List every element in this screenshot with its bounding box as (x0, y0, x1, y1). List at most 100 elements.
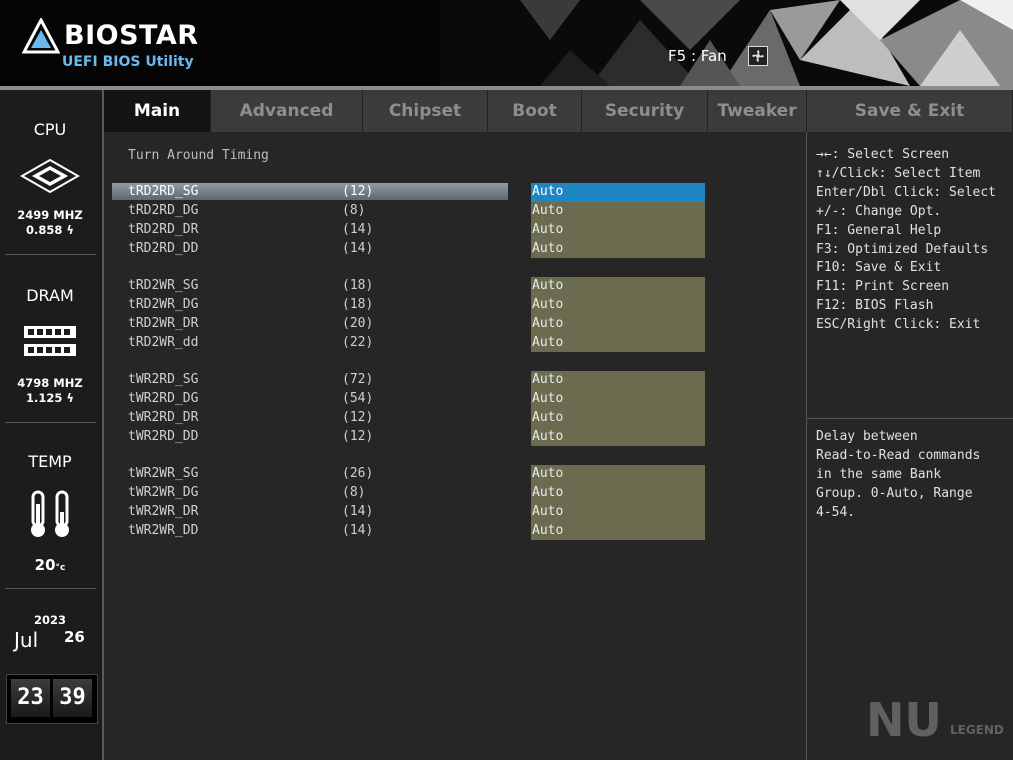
setting-label[interactable]: tRD2RD_DR (128, 222, 198, 237)
setting-value[interactable]: Auto (531, 297, 563, 312)
sidebar-divider (5, 588, 96, 589)
setting-current: (8) (342, 485, 366, 500)
cpu-title: CPU (33, 120, 67, 139)
top-tab-bar: Main Advanced Chipset Boot Security Twea… (104, 90, 1013, 132)
header-artwork (440, 0, 1013, 86)
setting-label[interactable]: tWR2RD_DR (128, 410, 198, 425)
setting-current: (12) (342, 429, 374, 444)
setting-label[interactable]: tWR2RD_DG (128, 391, 198, 406)
setting-label[interactable]: tRD2WR_DR (128, 316, 198, 331)
watermark-mark: NU (866, 693, 942, 747)
section-title: Turn Around Timing (128, 148, 269, 163)
tab-chipset[interactable]: Chipset (363, 90, 488, 132)
setting-label[interactable]: tRD2RD_DG (128, 203, 198, 218)
setting-label[interactable]: tRD2WR_SG (128, 278, 198, 293)
key-help-line: Enter/Dbl Click: Select (816, 185, 997, 200)
settings-pane: Turn Around Timing tRD2RD_SG (12) Auto t… (104, 132, 806, 760)
setting-label[interactable]: tRD2RD_DD (128, 241, 198, 256)
thermometer-icon (31, 490, 69, 537)
setting-label[interactable]: tWR2WR_SG (128, 466, 198, 481)
key-help-line: →←: Select Screen (816, 147, 950, 162)
dram-title: DRAM (26, 286, 74, 305)
setting-value[interactable]: Auto (531, 391, 563, 406)
setting-current: (72) (342, 372, 374, 387)
tab-boot[interactable]: Boot (488, 90, 582, 132)
cpu-chip-icon (20, 158, 80, 194)
voltage-bolt-icon: ϟ (62, 223, 74, 237)
key-help-line: F12: BIOS Flash (816, 298, 934, 313)
help-pane-divider (806, 418, 1013, 419)
setting-current: (22) (342, 335, 374, 350)
setting-value[interactable]: Auto (531, 523, 563, 538)
brand-name: BIOSTAR (64, 20, 199, 51)
clock-hours: 23 (11, 679, 50, 717)
tab-tweaker[interactable]: Tweaker (708, 90, 807, 132)
header-bar: BIOSTAR UEFI BIOS Utility F5 : Fan (0, 0, 1013, 86)
biostar-logo-icon (22, 18, 60, 54)
setting-label[interactable]: tRD2WR_dd (128, 335, 198, 350)
key-help-line: F3: Optimized Defaults (816, 242, 989, 257)
tab-main[interactable]: Main (104, 90, 211, 132)
key-help-line: F1: General Help (816, 223, 942, 238)
brand-subtitle: UEFI BIOS Utility (62, 54, 194, 70)
setting-current: (12) (342, 184, 374, 199)
tab-save-exit[interactable]: Save & Exit (807, 90, 1013, 132)
setting-current: (54) (342, 391, 374, 406)
setting-label[interactable]: tWR2WR_DD (128, 523, 198, 538)
key-help-line: F11: Print Screen (816, 279, 950, 294)
dram-voltage: 1.125 ϟ (26, 391, 74, 405)
key-help-line: F10: Save & Exit (816, 260, 942, 275)
sidebar-divider (5, 422, 96, 423)
setting-value[interactable]: Auto (531, 241, 563, 256)
setting-label[interactable]: tWR2RD_SG (128, 372, 198, 387)
fan-icon[interactable] (748, 46, 768, 66)
dram-frequency: 4798 MHZ (17, 376, 83, 390)
setting-label[interactable]: tWR2WR_DR (128, 504, 198, 519)
setting-current: (26) (342, 466, 374, 481)
cpu-frequency: 2499 MHZ (17, 208, 83, 222)
setting-current: (18) (342, 297, 374, 312)
setting-label[interactable]: tRD2RD_SG (128, 184, 198, 199)
setting-value[interactable]: Auto (531, 203, 563, 218)
setting-label[interactable]: tWR2WR_DG (128, 485, 198, 500)
date-day: 26 (64, 628, 85, 646)
setting-value[interactable]: Auto (531, 316, 563, 331)
memory-module-icon (24, 326, 76, 356)
tab-advanced[interactable]: Advanced (211, 90, 363, 132)
setting-current: (18) (342, 278, 374, 293)
date-month: Jul (14, 628, 39, 652)
tab-security[interactable]: Security (582, 90, 708, 132)
setting-value[interactable]: Auto (531, 485, 563, 500)
setting-label[interactable]: tWR2RD_DD (128, 429, 198, 444)
temp-title: TEMP (28, 452, 72, 471)
setting-value[interactable]: Auto (531, 466, 563, 481)
setting-current: (12) (342, 410, 374, 425)
setting-value[interactable]: Auto (531, 335, 563, 350)
setting-current: (8) (342, 203, 366, 218)
clock-display: 23 39 (6, 674, 98, 724)
setting-value[interactable]: Auto (531, 184, 563, 199)
biostar-logo: BIOSTAR UEFI BIOS Utility (22, 14, 202, 76)
key-help-line: ESC/Right Click: Exit (816, 317, 981, 332)
item-help-line: in the same Bank (816, 467, 942, 482)
setting-current: (20) (342, 316, 374, 331)
setting-label[interactable]: tRD2WR_DG (128, 297, 198, 312)
setting-current: (14) (342, 222, 374, 237)
watermark-logo: NU LEGEND (862, 693, 1012, 753)
setting-current: (14) (342, 504, 374, 519)
setting-value[interactable]: Auto (531, 278, 563, 293)
status-sidebar: CPU 2499 MHZ 0.858 ϟ DRAM 4798 MHZ 1.125… (0, 90, 104, 760)
setting-value[interactable]: Auto (531, 222, 563, 237)
date-year: 2023 (33, 613, 66, 627)
key-help-line: +/-: Change Opt. (816, 204, 942, 219)
item-help-line: Read-to-Read commands (816, 448, 981, 463)
setting-value[interactable]: Auto (531, 372, 563, 387)
setting-value[interactable]: Auto (531, 429, 563, 444)
setting-current: (14) (342, 523, 374, 538)
setting-value[interactable]: Auto (531, 410, 563, 425)
setting-value[interactable]: Auto (531, 504, 563, 519)
voltage-bolt-icon: ϟ (62, 391, 74, 405)
item-help-line: 4-54. (816, 505, 856, 520)
key-help-line: ↑↓/Click: Select Item (816, 166, 981, 181)
fan-hotkey-hint[interactable]: F5 : Fan (668, 47, 727, 65)
